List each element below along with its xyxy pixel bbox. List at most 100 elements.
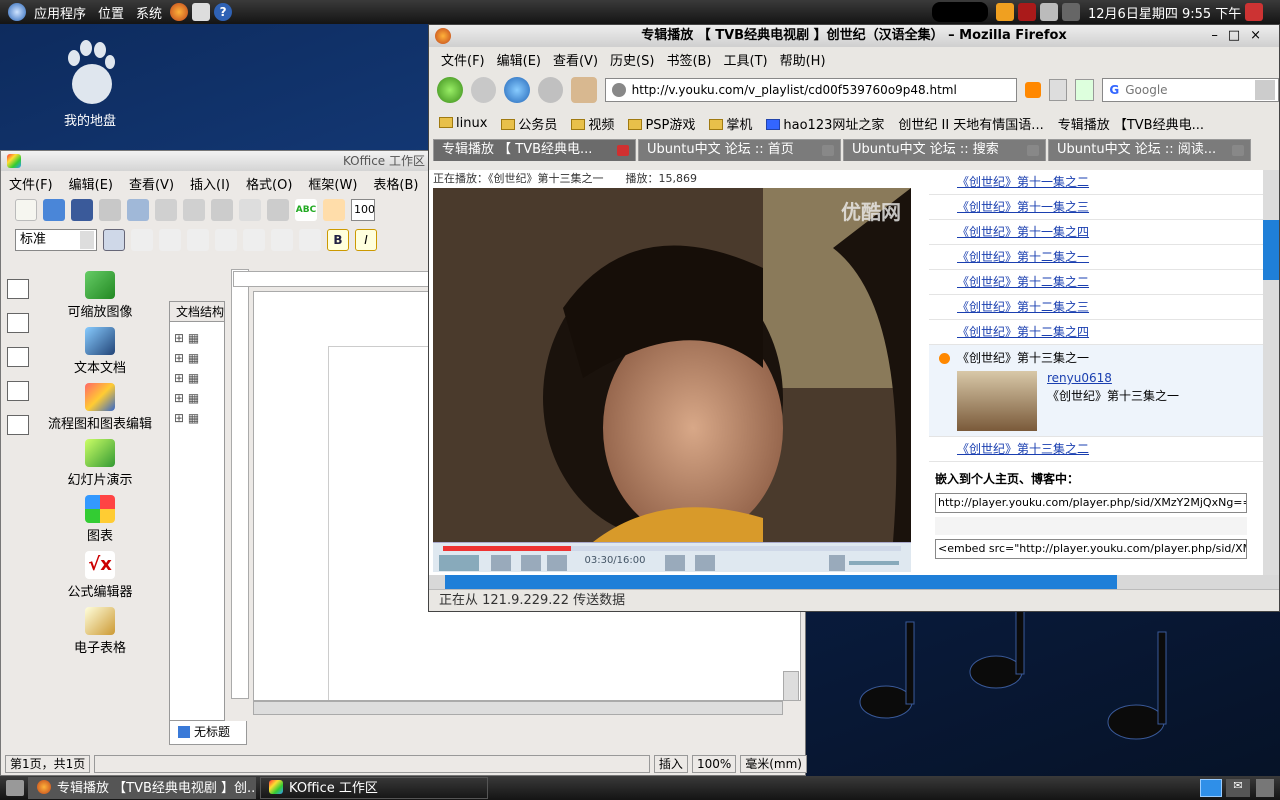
outdent-icon[interactable] <box>271 229 293 251</box>
stop-icon[interactable] <box>491 555 511 571</box>
align-center-icon[interactable] <box>131 229 153 251</box>
search-box[interactable]: G <box>1102 78 1280 102</box>
playlist-item[interactable]: 《创世纪》第十二集之一 <box>929 245 1279 270</box>
current-item[interactable]: 《创世纪》第十三集之一 renyu0618 《创世纪》第十三集之一 <box>929 345 1279 437</box>
k-menu-insert[interactable]: 插入(I) <box>182 174 238 193</box>
bookmark-hao123[interactable]: hao123网址之家 <box>766 114 884 133</box>
video-player[interactable]: 优酷网 <box>433 188 911 542</box>
open-icon[interactable] <box>43 199 65 221</box>
playlist-item[interactable]: 《创世纪》第十一集之三 <box>929 195 1279 220</box>
bold-icon[interactable]: B <box>327 229 349 251</box>
next-icon[interactable] <box>547 555 567 571</box>
firefox-launcher-icon[interactable] <box>170 3 189 21</box>
k-menu-frame[interactable]: 框架(W) <box>300 174 365 193</box>
bookmark-handheld[interactable]: 掌机 <box>709 114 752 133</box>
k-menu-file[interactable]: 文件(F) <box>1 174 61 193</box>
volume-icon[interactable] <box>829 555 845 571</box>
bookmark-linux[interactable]: linux <box>439 116 487 131</box>
current-user[interactable]: renyu0618 <box>1047 371 1112 385</box>
window-controls[interactable]: –□× <box>1211 25 1271 47</box>
playlist-item[interactable]: 《创世纪》第十一集之二 <box>929 170 1279 195</box>
doc-structure-tree[interactable]: ⊞ ▦ ⊞ ▦ ⊞ ▦ ⊞ ▦ ⊞ ▦ <box>170 322 224 434</box>
f-menu-file[interactable]: 文件(F) <box>435 50 491 69</box>
f-menu-history[interactable]: 历史(S) <box>604 50 660 69</box>
save-icon[interactable] <box>71 199 93 221</box>
bookmark-psp[interactable]: PSP游戏 <box>628 114 695 133</box>
task-firefox[interactable]: 专辑播放 【TVB经典电视剧 】创... <box>28 777 256 799</box>
trash-icon[interactable] <box>1256 779 1274 797</box>
stop-icon[interactable] <box>537 77 564 103</box>
app-kivio[interactable]: 流程图和图表编辑 <box>35 383 165 437</box>
vertical-ruler[interactable] <box>231 269 249 699</box>
back-icon[interactable] <box>437 77 463 103</box>
print-icon[interactable] <box>99 199 121 221</box>
power-icon[interactable] <box>1245 3 1264 21</box>
redo-icon[interactable] <box>183 199 205 221</box>
url-dropdown-icon[interactable] <box>1048 79 1067 101</box>
app-karbon[interactable]: 可缩放图像 <box>35 271 165 325</box>
app-kspread[interactable]: 电子表格 <box>35 607 165 661</box>
horizontal-ruler[interactable] <box>233 271 429 287</box>
page-hscroll-thumb[interactable] <box>445 575 1117 589</box>
undo-icon[interactable] <box>155 199 177 221</box>
tab-ubuntu-search[interactable]: Ubuntu中文 论坛 :: 搜索 <box>843 139 1046 161</box>
doc-vscroll-buttons[interactable] <box>783 671 799 701</box>
ubuntu-logo-icon[interactable] <box>8 3 26 21</box>
k-menu-table[interactable]: 表格(B) <box>365 174 426 193</box>
style-select[interactable]: 标准 <box>15 229 97 251</box>
share-logos[interactable] <box>935 517 1247 535</box>
find-icon[interactable] <box>323 199 345 221</box>
align-left-icon[interactable] <box>103 229 125 251</box>
playlist-item-next[interactable]: 《创世纪》第十三集之二 <box>929 437 1279 462</box>
search-input[interactable] <box>1125 83 1256 97</box>
tab-youku[interactable]: 专辑播放 【 TVB经典电... <box>433 139 636 161</box>
menu-places[interactable]: 位置 <box>92 3 130 22</box>
app-kformula[interactable]: √x 公式编辑器 <box>35 551 165 605</box>
menu-system[interactable]: 系统 <box>130 3 168 22</box>
bookmark-chuangshiji-2[interactable]: 创世纪 II 天地有情国语... <box>898 114 1043 133</box>
f-menu-view[interactable]: 查看(V) <box>547 50 604 69</box>
k-menu-edit[interactable]: 编辑(E) <box>61 174 121 193</box>
f-menu-tools[interactable]: 工具(T) <box>718 50 774 69</box>
mail-launcher-icon[interactable] <box>192 3 211 21</box>
desktop-icon-home[interactable]: 我的地盘 <box>40 40 140 129</box>
show-desktop-icon[interactable] <box>6 780 24 796</box>
close-tab-icon[interactable] <box>822 145 834 156</box>
rss-icon[interactable] <box>1025 82 1041 98</box>
smart-input-icon[interactable] <box>1018 3 1036 21</box>
pause-icon[interactable] <box>439 555 479 571</box>
forward-icon[interactable] <box>470 77 497 103</box>
page-hscroll[interactable] <box>429 575 1279 589</box>
clock[interactable]: 12月6日星期四 9:55 下午 <box>1088 3 1241 22</box>
align-justify-icon[interactable] <box>187 229 209 251</box>
italic-icon[interactable]: I <box>355 229 377 251</box>
page-vscroll-thumb[interactable] <box>1263 220 1279 280</box>
bookmark-album-play[interactable]: 专辑播放 【TVB经典电... <box>1058 114 1204 133</box>
input-method-icon[interactable] <box>996 3 1014 21</box>
playlist-item[interactable]: 《创世纪》第十一集之四 <box>929 220 1279 245</box>
bookmark-video[interactable]: 视频 <box>571 114 614 133</box>
new-doc-icon[interactable] <box>15 199 37 221</box>
page-vscroll[interactable] <box>1263 170 1279 575</box>
copy-icon[interactable] <box>239 199 261 221</box>
volume-slider[interactable] <box>849 561 899 565</box>
reload-icon[interactable] <box>504 77 530 103</box>
tab-ubuntu-home[interactable]: Ubuntu中文 论坛 :: 首页 <box>638 139 841 161</box>
mail-notify-icon[interactable]: ✉ <box>1226 779 1250 797</box>
volume-icon[interactable] <box>1062 3 1080 21</box>
doc-tab[interactable]: 无标题 <box>169 721 247 745</box>
embed-code-field[interactable]: <embed src="http://player.youku.com/play… <box>935 539 1247 559</box>
go-icon[interactable] <box>1074 79 1095 101</box>
f-menu-help[interactable]: 帮助(H) <box>774 50 832 69</box>
status-unit[interactable]: 毫米(mm) <box>740 755 807 773</box>
playlist-item[interactable]: 《创世纪》第十二集之四 <box>929 320 1279 345</box>
status-mode[interactable]: 插入 <box>653 755 688 773</box>
settings-icon[interactable] <box>665 555 685 571</box>
google-icon[interactable]: G <box>1103 80 1126 100</box>
status-zoom[interactable]: 100% <box>691 755 737 773</box>
menu-applications[interactable]: 应用程序 <box>28 3 92 22</box>
numbered-list-icon[interactable] <box>215 229 237 251</box>
network-icon[interactable] <box>1040 3 1058 21</box>
k-menu-view[interactable]: 查看(V) <box>121 174 182 193</box>
task-koffice[interactable]: KOffice 工作区 <box>260 777 488 799</box>
